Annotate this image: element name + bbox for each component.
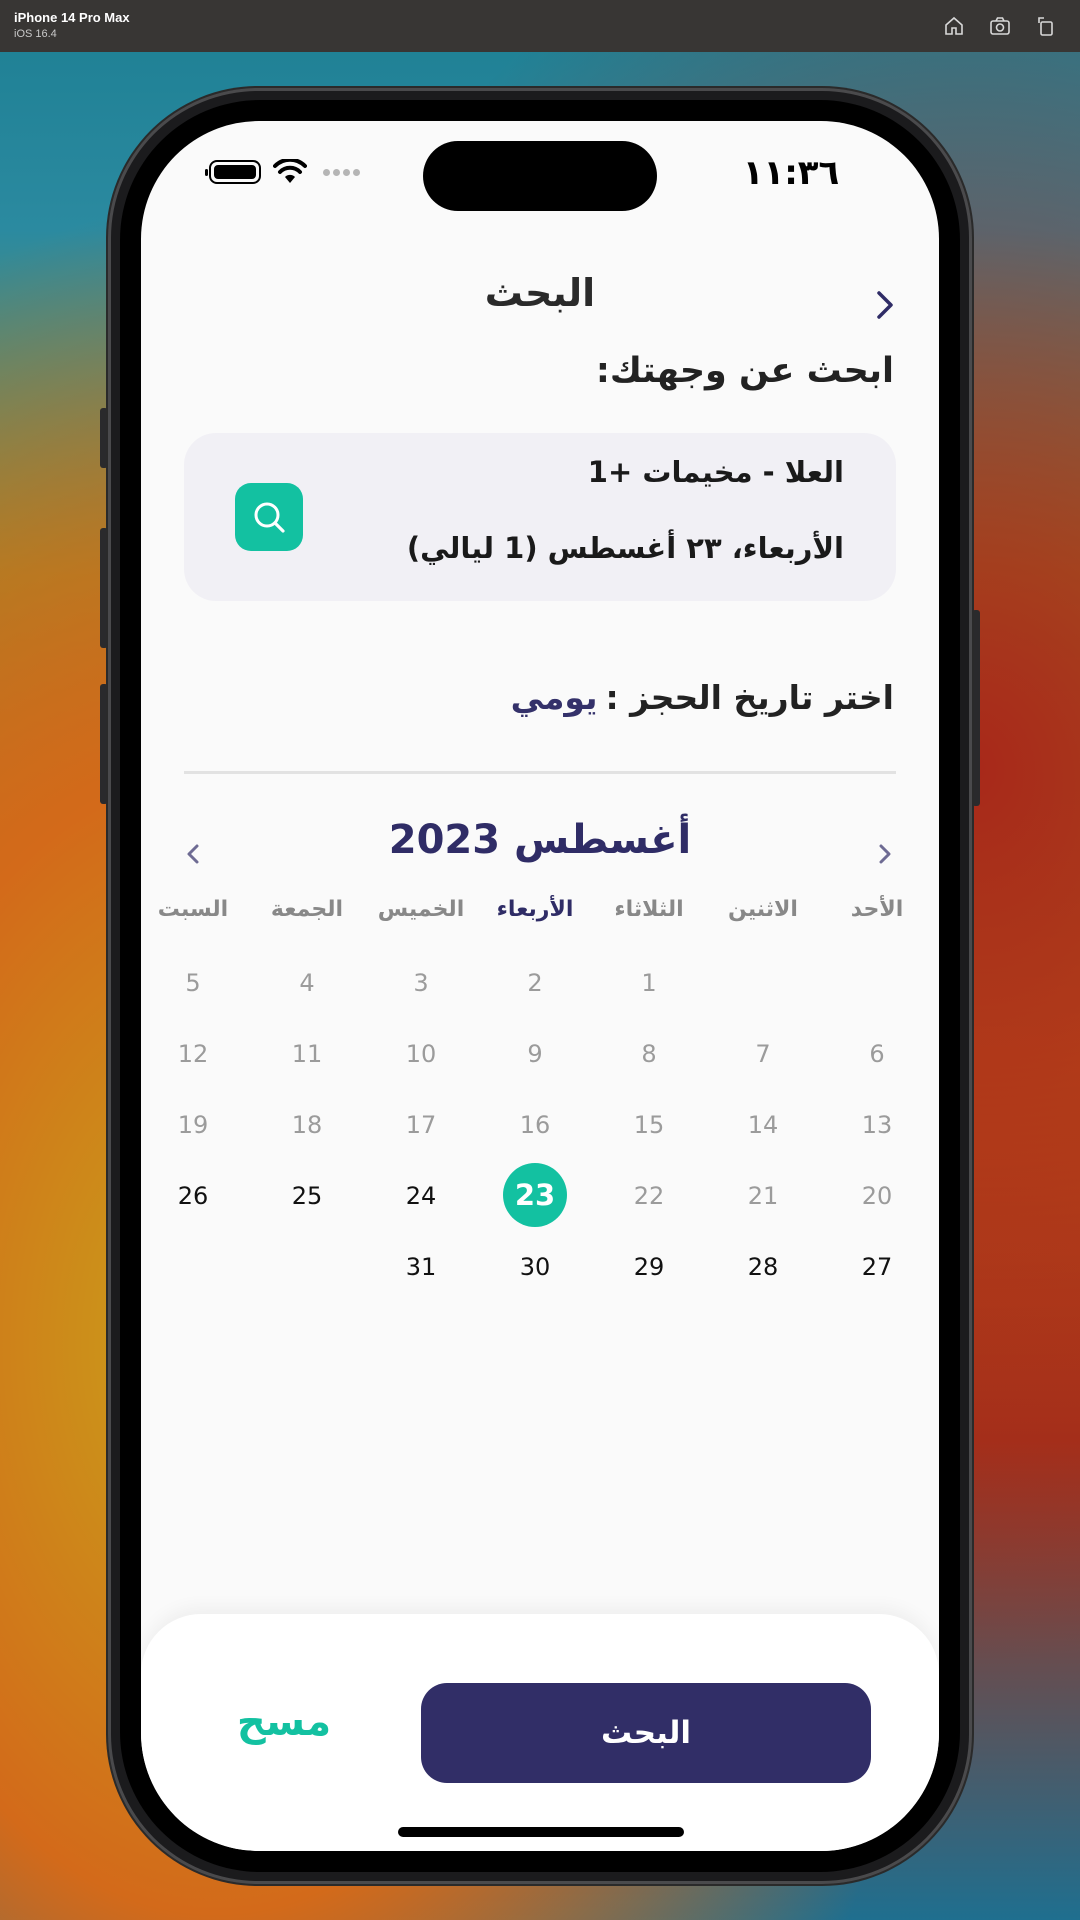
power-button	[972, 610, 980, 806]
weekday-label: الأحد	[850, 897, 904, 922]
calendar-day[interactable]: 29	[592, 1253, 706, 1281]
next-month-icon[interactable]	[181, 839, 205, 869]
calendar-day[interactable]: 6	[820, 1040, 934, 1068]
home-indicator	[398, 1827, 684, 1837]
calendar-day[interactable]: 4	[250, 969, 364, 997]
calendar-day[interactable]: 17	[364, 1111, 478, 1139]
calendar-day[interactable]: 28	[706, 1253, 820, 1281]
calendar-day[interactable]: 30	[478, 1253, 592, 1281]
weekday-label: السبت	[157, 897, 229, 922]
page-title: البحث	[484, 271, 596, 315]
calendar-day[interactable]: 16	[478, 1111, 592, 1139]
calendar-day[interactable]: 8	[592, 1040, 706, 1068]
weekday-label: الخميس	[377, 897, 465, 922]
destination-heading: ابحث عن وجهتك:	[595, 351, 894, 391]
search-summary-card[interactable]: العلا - مخيمات +1 الأربعاء، ٢٣ أغسطس (1 …	[184, 433, 896, 601]
rotate-icon[interactable]	[1034, 14, 1058, 38]
action-button	[100, 408, 108, 468]
calendar-day[interactable]: 19	[141, 1111, 250, 1139]
wifi-icon	[273, 159, 307, 183]
booking-label: اختر تاريخ الحجز :	[605, 678, 894, 717]
destination-text: العلا - مخيمات +1	[587, 455, 844, 489]
calendar-month-title: أغسطس 2023	[388, 817, 692, 863]
weekday-label: الجمعة	[270, 897, 344, 922]
previous-month-icon[interactable]	[873, 839, 897, 869]
calendar-day[interactable]: 7	[706, 1040, 820, 1068]
search-card-button[interactable]	[235, 483, 303, 551]
calendar-day[interactable]: 10	[364, 1040, 478, 1068]
selected-day[interactable]: 23	[503, 1163, 567, 1227]
chevron-right-icon[interactable]	[867, 285, 903, 325]
os-version: iOS 16.4	[14, 28, 57, 40]
calendar-day[interactable]: 15	[592, 1111, 706, 1139]
weekday-label: الاثنين	[728, 897, 798, 922]
signal-icon	[323, 168, 360, 176]
calendar-day[interactable]: 21	[706, 1182, 820, 1210]
calendar-day[interactable]: 5	[141, 969, 250, 997]
calendar-day[interactable]: 14	[706, 1111, 820, 1139]
calendar-day[interactable]: 26	[141, 1182, 250, 1210]
search-icon	[254, 502, 285, 533]
calendar-day[interactable]: 11	[250, 1040, 364, 1068]
calendar-day[interactable]: 12	[141, 1040, 250, 1068]
home-icon[interactable]	[942, 14, 966, 38]
calendar-day[interactable]: 1	[592, 969, 706, 997]
booking-type-value[interactable]: يومي	[511, 678, 598, 717]
status-icons	[205, 159, 360, 185]
divider	[184, 771, 896, 774]
search-button[interactable]: البحث	[421, 1683, 871, 1783]
phone-screen: ١١:٣٦ البحث ابحث عن وجهتك: العلا - مخيما…	[141, 121, 939, 1851]
screenshot-icon[interactable]	[988, 14, 1012, 38]
simulator-toolbar: iPhone 14 Pro Max iOS 16.4	[0, 0, 1080, 52]
calendar-day[interactable]: 20	[820, 1182, 934, 1210]
volume-up-button	[100, 528, 108, 648]
calendar-day[interactable]: 31	[364, 1253, 478, 1281]
volume-down-button	[100, 684, 108, 804]
clear-button[interactable]: مسح	[219, 1699, 349, 1745]
calendar-day[interactable]: 2	[478, 969, 592, 997]
calendar-day[interactable]: 9	[478, 1040, 592, 1068]
calendar-day[interactable]: 3	[364, 969, 478, 997]
dynamic-island	[423, 141, 657, 211]
calendar-day[interactable]: 13	[820, 1111, 934, 1139]
status-time: ١١:٣٦	[742, 153, 840, 193]
calendar-day[interactable]: 24	[364, 1182, 478, 1210]
calendar-day[interactable]: 18	[250, 1111, 364, 1139]
booking-type-row[interactable]: اختر تاريخ الحجز :يومي	[511, 678, 894, 717]
device-name: iPhone 14 Pro Max	[14, 10, 130, 25]
calendar-day[interactable]: 27	[820, 1253, 934, 1281]
battery-icon	[205, 160, 261, 184]
calendar-day[interactable]: 22	[592, 1182, 706, 1210]
weekday-label: الأربعاء	[496, 897, 574, 922]
date-range-text: الأربعاء، ٢٣ أغسطس (1 ليالي)	[406, 531, 844, 565]
calendar-day[interactable]: 25	[250, 1182, 364, 1210]
weekday-label: الثلاثاء	[614, 897, 684, 922]
